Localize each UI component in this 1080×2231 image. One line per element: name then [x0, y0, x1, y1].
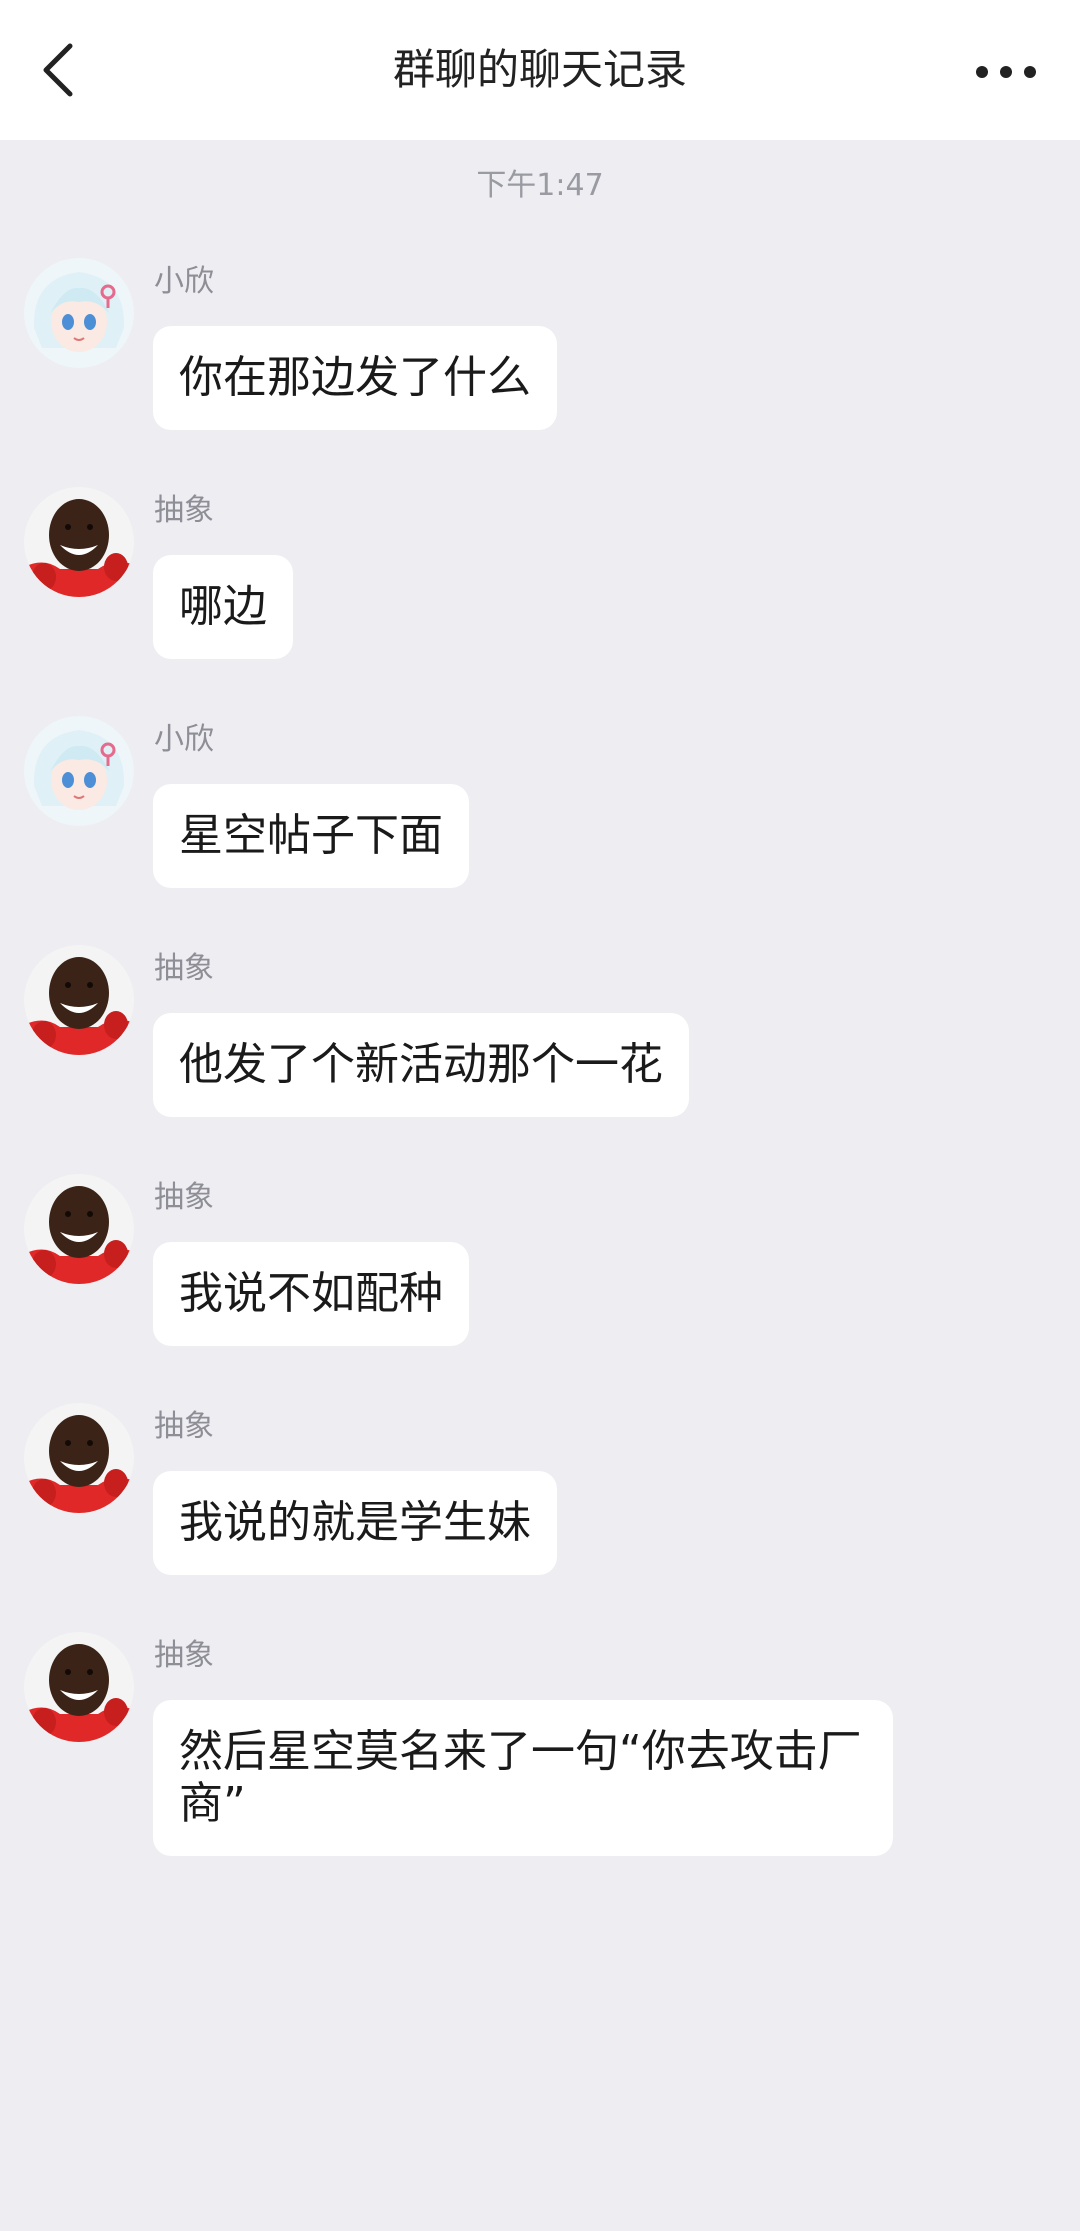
avatar[interactable]	[24, 1403, 134, 1513]
sender-name: 抽象	[154, 1638, 214, 1673]
more-horizontal-icon	[976, 66, 1036, 78]
avatar[interactable]	[24, 1632, 134, 1742]
page-title: 群聊的聊天记录	[392, 45, 687, 94]
chevron-left-icon	[43, 43, 73, 97]
smiling-man-avatar-icon	[24, 945, 134, 1055]
message-bubble[interactable]: 他发了个新活动那个一花	[153, 1013, 689, 1117]
message-bubble[interactable]: 星空帖子下面	[153, 784, 469, 888]
anime-girl-avatar-icon	[24, 258, 134, 368]
avatar[interactable]	[24, 945, 134, 1055]
message-bubble[interactable]: 哪边	[153, 555, 293, 659]
message-timestamp: 下午1:47	[476, 168, 604, 203]
more-button[interactable]	[970, 44, 1042, 100]
message-bubble[interactable]: 然后星空莫名来了一句“你去攻击厂商”	[153, 1700, 893, 1856]
avatar[interactable]	[24, 1174, 134, 1284]
avatar[interactable]	[24, 716, 134, 826]
top-bar: 群聊的聊天记录	[0, 0, 1080, 140]
sender-name: 抽象	[154, 951, 214, 986]
smiling-man-avatar-icon	[24, 1403, 134, 1513]
smiling-man-avatar-icon	[24, 487, 134, 597]
smiling-man-avatar-icon	[24, 1632, 134, 1742]
sender-name: 抽象	[154, 1180, 214, 1215]
back-button[interactable]	[30, 36, 90, 104]
smiling-man-avatar-icon	[24, 1174, 134, 1284]
anime-girl-avatar-icon	[24, 716, 134, 826]
sender-name: 小欣	[154, 264, 214, 299]
message-bubble[interactable]: 我说的就是学生妹	[153, 1471, 557, 1575]
sender-name: 小欣	[154, 722, 214, 757]
message-bubble[interactable]: 你在那边发了什么	[153, 326, 557, 430]
sender-name: 抽象	[154, 493, 214, 528]
sender-name: 抽象	[154, 1409, 214, 1444]
avatar[interactable]	[24, 487, 134, 597]
avatar[interactable]	[24, 258, 134, 368]
message-bubble[interactable]: 我说不如配种	[153, 1242, 469, 1346]
